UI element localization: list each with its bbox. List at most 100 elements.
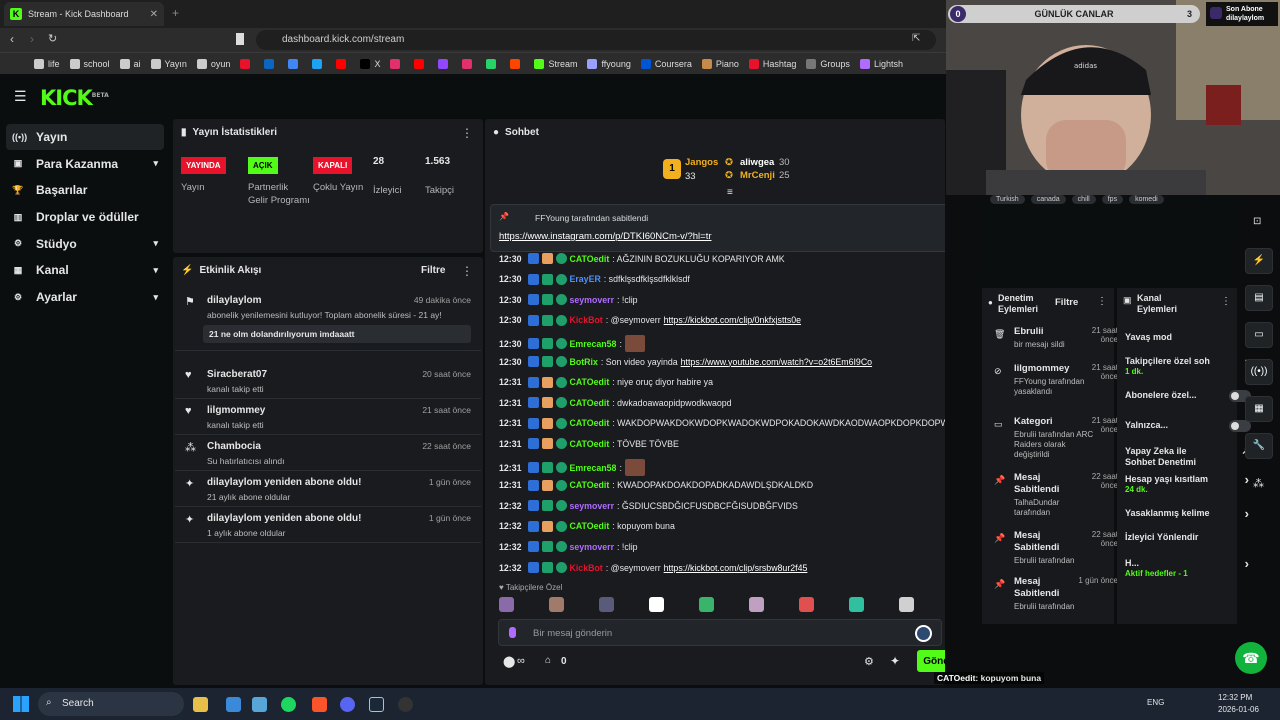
filter-button[interactable]: Filtre [421, 265, 445, 276]
reload-icon[interactable]: ↻ [48, 32, 57, 45]
back-icon[interactable]: ‹ [10, 32, 14, 46]
emote-icon[interactable] [849, 597, 864, 612]
bookmark-item[interactable]: oyun [196, 58, 230, 69]
nav-item-3[interactable]: 🏆 Başarılar [6, 177, 164, 203]
pinned-link[interactable]: https://www.instagram.com/p/DTKI60NCm-v/… [499, 231, 712, 242]
bookmark-item[interactable]: Hashtag [748, 58, 796, 69]
shop-icon[interactable]: ⌂ [545, 655, 551, 666]
bookmark-item[interactable]: Piano [701, 58, 739, 69]
notes-button[interactable]: ▤ [1245, 285, 1273, 311]
bookmark-item[interactable] [336, 58, 350, 69]
expand-icon[interactable]: ≡ [727, 187, 733, 198]
mic-icon[interactable] [509, 627, 516, 638]
clock-time[interactable]: 12:32 PM [1218, 693, 1252, 702]
emote-icon[interactable] [599, 597, 614, 612]
nav-item-4[interactable]: ▥ Droplar ve ödüller [6, 204, 164, 230]
message-link[interactable]: https://kickbot.com/clip/0nkfxjstts0e [664, 315, 801, 325]
bookmark-item[interactable]: life [34, 58, 60, 69]
chevron-down-icon[interactable]: ▾ [153, 265, 158, 276]
popout-icon[interactable]: ⊡ [1253, 216, 1261, 227]
bookmark-item[interactable]: X [360, 58, 380, 69]
bookmark-item[interactable] [240, 58, 254, 69]
bookmark-item[interactable] [438, 58, 452, 69]
channel-action-item[interactable]: H... Aktif hedefler - 1 › [1125, 556, 1249, 578]
mod-filter-button[interactable]: Filtre [1055, 297, 1078, 308]
menu-icon[interactable]: ☰ [14, 88, 27, 105]
bookmark-item[interactable] [486, 58, 500, 69]
language-indicator[interactable]: ENG [1147, 698, 1164, 707]
message-link[interactable]: https://www.youtube.com/watch?v=o2t6Em6I… [681, 357, 872, 367]
bookmark-item[interactable]: ai [119, 58, 141, 69]
send-button[interactable]: Gönder [917, 650, 945, 672]
wrench-button[interactable]: 🔧 [1245, 433, 1273, 459]
nav-item-2[interactable]: ▣ Para Kazanma ▾ [6, 151, 164, 177]
more-icon[interactable]: ⋮ [461, 264, 473, 278]
emote-icon[interactable] [749, 597, 764, 612]
taskbar-search[interactable]: ⌕ Search [38, 692, 184, 716]
botrix-icon[interactable] [915, 625, 932, 642]
bookmark-item[interactable] [288, 58, 302, 69]
close-tab-icon[interactable]: ✕ [150, 9, 158, 20]
brave-icon[interactable] [312, 697, 327, 712]
emote-icon[interactable] [649, 597, 664, 612]
emote-icon[interactable] [799, 597, 814, 612]
bookmark-item[interactable] [510, 58, 524, 69]
browser-tab[interactable]: K Stream - Kick Dashboard ✕ [4, 2, 164, 26]
bookmark-item[interactable]: Groups [806, 58, 850, 69]
broadcast-button[interactable]: ((•)) [1245, 359, 1273, 385]
spotify-icon[interactable] [281, 697, 296, 712]
bookmark-item[interactable]: school [69, 58, 110, 69]
emote-icon[interactable] [699, 597, 714, 612]
apps-icon[interactable]: ⁂ [1253, 477, 1264, 490]
channel-action-item[interactable]: Takipçilere özel soh1 dk.› [1125, 354, 1249, 376]
channel-action-item[interactable]: İzleyici Yönlendir [1125, 532, 1245, 543]
bookmark-item[interactable]: Yayın [150, 58, 187, 69]
share-icon[interactable]: ⇱ [912, 33, 920, 44]
channel-action-item[interactable]: Hesap yaşı kısıtlam 24 dk. › [1125, 472, 1249, 494]
bookmark-item[interactable]: Coursera [640, 58, 692, 69]
new-tab-icon[interactable]: + [172, 6, 179, 20]
channel-action-item[interactable]: Yavaş mod› [1125, 330, 1249, 345]
emoji-icon[interactable]: ☻ [943, 624, 945, 636]
chevron-down-icon[interactable]: ▾ [153, 292, 158, 303]
bookmark-item[interactable] [414, 58, 428, 69]
points-icon[interactable]: ⬤ [503, 655, 515, 668]
more-icon[interactable]: ⋮ [461, 126, 473, 140]
forward-icon[interactable]: › [30, 32, 34, 46]
settings-icon[interactable]: ⚙ [864, 655, 874, 668]
channel-action-item[interactable]: Yasaklanmış kelime › [1125, 506, 1249, 521]
channel-action-item[interactable]: Yalnızca... [1125, 420, 1251, 432]
bookmark-icon[interactable] [236, 33, 244, 45]
store-icon[interactable] [226, 697, 241, 712]
emote-icon[interactable] [499, 597, 514, 612]
bookmark-item[interactable]: Stream [534, 58, 577, 69]
chat-button[interactable]: ▭ [1245, 322, 1273, 348]
steam-icon[interactable] [369, 697, 384, 712]
channel-action-item[interactable]: Yapay Zeka ile Sohbet Denetimi↗ [1125, 446, 1249, 468]
clock-date[interactable]: 2026-01-06 [1218, 705, 1259, 714]
message-link[interactable]: https://kickbot.com/clip/srsbw8ur2f45 [664, 563, 808, 573]
photos-icon[interactable] [252, 697, 267, 712]
nav-item-1[interactable]: ((•)) Yayın [6, 124, 164, 150]
bookmark-item[interactable] [390, 58, 404, 69]
more-icon[interactable]: ⋮ [1221, 296, 1231, 307]
windows-start-icon[interactable] [13, 696, 29, 712]
chevron-down-icon[interactable]: ▾ [153, 238, 158, 249]
obs-icon[interactable] [398, 697, 413, 712]
bookmark-item[interactable]: Lightsh [859, 58, 903, 69]
lightning-button[interactable]: ⚡ [1245, 248, 1273, 274]
chat-input[interactable]: Bir mesaj gönderin ☻ [498, 619, 945, 646]
emote-icon[interactable] [549, 597, 564, 612]
nav-item-5[interactable]: ⚙ Stüdyo ▾ [6, 231, 164, 257]
channel-action-item[interactable]: Abonelere özel... [1125, 390, 1251, 402]
nav-item-7[interactable]: ⚙ Ayarlar ▾ [6, 284, 164, 310]
cards-button[interactable]: ▦ [1245, 396, 1273, 422]
chevron-down-icon[interactable]: ▾ [153, 158, 158, 169]
more-icon[interactable]: ⋮ [1097, 296, 1107, 307]
file-explorer-icon[interactable] [193, 697, 208, 712]
emote-icon[interactable] [899, 597, 914, 612]
pinned-message[interactable]: 📌 FFYoung tarafından sabitlendi https://… [490, 204, 945, 252]
bookmark-item[interactable] [312, 58, 326, 69]
bookmark-item[interactable] [462, 58, 476, 69]
nav-item-6[interactable]: ▦ Kanal ▾ [6, 257, 164, 283]
